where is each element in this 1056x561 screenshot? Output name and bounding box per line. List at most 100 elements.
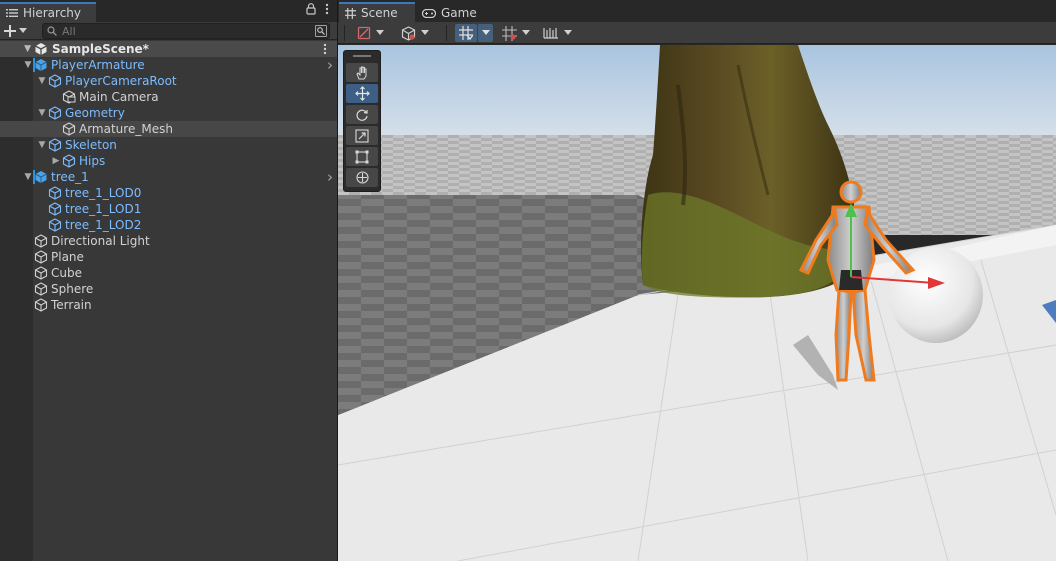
rect-tool-icon (355, 150, 369, 163)
hierarchy-item-label: tree_1_LOD1 (65, 202, 142, 216)
hierarchy-row[interactable]: Directional Light (0, 233, 337, 249)
search-input[interactable]: All (42, 23, 330, 39)
grid-visibility-dropdown[interactable] (498, 24, 534, 42)
palette-grip[interactable] (344, 51, 380, 61)
scene-name: SampleScene* (52, 42, 149, 56)
scene-root-row[interactable]: ▼ SampleScene* (0, 41, 337, 57)
hierarchy-row[interactable]: ▶ Hips (0, 153, 337, 169)
scene-tabbar: Scene Game (338, 0, 1056, 22)
gameobject-cube-icon (34, 282, 48, 296)
grid-snap-dropdown[interactable] (477, 24, 493, 42)
scene-toolbar (338, 22, 1056, 44)
hierarchy-row[interactable]: tree_1_LOD2 (0, 217, 337, 233)
scene-menu-icon[interactable] (323, 43, 327, 55)
tab-game-label: Game (441, 6, 477, 20)
search-placeholder: All (62, 24, 76, 38)
list-icon (6, 9, 18, 17)
shading-mode-dropdown[interactable] (396, 24, 434, 42)
lock-icon[interactable] (306, 3, 316, 15)
draw-mode-dropdown[interactable] (352, 24, 388, 42)
gameobject-cube-icon (48, 218, 62, 232)
chevron-down-icon (481, 30, 490, 35)
gameobject-cube-icon (34, 266, 48, 280)
move-tool[interactable] (346, 84, 378, 103)
tab-scene[interactable]: Scene (339, 2, 415, 22)
chevron-down-icon (375, 30, 384, 35)
gameobject-cube-icon (34, 298, 48, 312)
expanded-arrow-icon[interactable]: ▼ (36, 108, 48, 118)
search-icon (47, 26, 57, 36)
hierarchy-row[interactable]: Main Camera (0, 89, 337, 105)
hand-tool-icon (356, 66, 367, 79)
hierarchy-row[interactable]: ▼ Skeleton (0, 137, 337, 153)
scale-tool[interactable] (346, 126, 378, 145)
prefab-icon (35, 171, 47, 183)
expanded-arrow-icon[interactable]: ▼ (36, 76, 48, 86)
draw-mode-icon (357, 26, 370, 40)
expand-arrow-icon[interactable]: ▼ (0, 44, 34, 54)
hierarchy-item-label: PlayerArmature (51, 58, 145, 72)
open-prefab-chevron-icon[interactable]: › (327, 57, 333, 73)
hierarchy-item-label: tree_1_LOD2 (65, 218, 142, 232)
unity-scene-icon (35, 43, 47, 55)
hierarchy-row[interactable]: tree_1_LOD0 (0, 185, 337, 201)
grid-snap-icon (459, 26, 473, 40)
rotate-tool[interactable] (346, 105, 378, 124)
tab-hierarchy-label: Hierarchy (23, 6, 82, 20)
prefab-icon (35, 59, 47, 71)
create-button[interactable] (4, 22, 34, 40)
hierarchy-item-label: Directional Light (51, 234, 150, 248)
hierarchy-row[interactable]: Cube (0, 265, 337, 281)
hierarchy-item-label: Armature_Mesh (79, 122, 173, 136)
hierarchy-item-label: Sphere (51, 282, 94, 296)
hierarchy-item-label: Hips (79, 154, 106, 168)
hierarchy-item-label: PlayerCameraRoot (65, 74, 177, 88)
hierarchy-item-label: tree_1 (51, 170, 89, 184)
open-prefab-chevron-icon[interactable]: › (327, 169, 333, 185)
hierarchy-row[interactable]: ▼ tree_1 › (0, 169, 337, 185)
hierarchy-toolbar: All (0, 22, 337, 40)
rect-tool[interactable] (346, 147, 378, 166)
hierarchy-item-label: Skeleton (65, 138, 117, 152)
more-menu-icon[interactable] (325, 3, 329, 15)
gameobject-cube-icon (62, 154, 76, 168)
hierarchy-row[interactable]: Armature_Mesh (0, 121, 337, 137)
hierarchy-row[interactable]: Sphere (0, 281, 337, 297)
search-options-icon[interactable] (315, 25, 327, 37)
hierarchy-row[interactable]: tree_1_LOD1 (0, 201, 337, 217)
hierarchy-tabbar: Hierarchy (0, 0, 337, 22)
hierarchy-row[interactable]: ▼ PlayerCameraRoot (0, 73, 337, 89)
scene-viewport[interactable] (338, 45, 1056, 561)
gameobject-cube-icon (48, 186, 62, 200)
cube-shading-icon (401, 25, 416, 41)
hand-tool[interactable] (346, 63, 378, 82)
prefab-override-bar (33, 170, 35, 184)
scene-panel: Scene Game (338, 0, 1056, 561)
plus-icon (4, 25, 16, 37)
increment-snap-icon (542, 28, 558, 39)
grid-snapping-toggle[interactable] (455, 24, 477, 42)
tool-palette (343, 50, 381, 192)
gameobject-cube-icon (48, 74, 62, 88)
hierarchy-row[interactable]: Plane (0, 249, 337, 265)
prefab-override-bar (33, 58, 35, 72)
hierarchy-row[interactable]: ▼ Geometry (0, 105, 337, 121)
collapsed-arrow-icon[interactable]: ▶ (50, 156, 62, 166)
gameobject-cube-icon (48, 106, 62, 120)
expanded-arrow-icon[interactable]: ▼ (36, 140, 48, 150)
hierarchy-item-label: Geometry (65, 106, 125, 120)
hierarchy-panel: Hierarchy All ▼ SampleScene* ▼ PlayerArm… (0, 0, 337, 561)
hierarchy-item-label: tree_1_LOD0 (65, 186, 142, 200)
hierarchy-row[interactable]: Terrain (0, 297, 337, 313)
hierarchy-row[interactable]: ▼ PlayerArmature › (0, 57, 337, 73)
scene-render (338, 45, 1056, 561)
transform-tool[interactable] (346, 168, 378, 187)
gameobject-cube-icon (48, 138, 62, 152)
snap-increment-dropdown[interactable] (538, 24, 576, 42)
rotate-tool-icon (356, 109, 368, 121)
tab-game[interactable]: Game (416, 2, 486, 22)
hierarchy-item-label: Main Camera (79, 90, 159, 104)
gameobject-cube-icon (48, 202, 62, 216)
tab-hierarchy[interactable]: Hierarchy (0, 2, 96, 22)
grid-icon (345, 7, 356, 19)
